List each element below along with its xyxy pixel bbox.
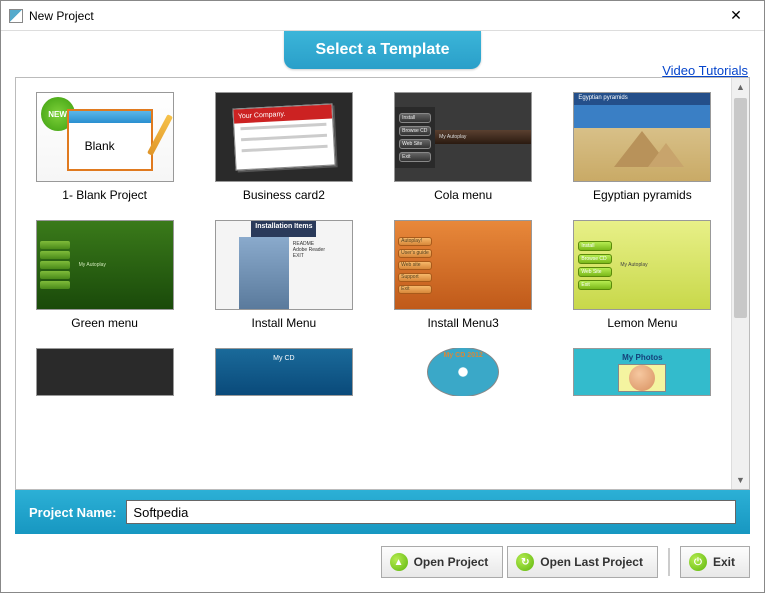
button-separator — [668, 548, 670, 576]
window-title: New Project — [29, 9, 94, 23]
template-item-lemon-menu[interactable]: Install Browse CD Web Site Exit My Autop… — [558, 220, 727, 330]
scrollbar[interactable]: ▲ ▼ — [731, 78, 749, 489]
cd-icon: My CD 2012 — [427, 348, 499, 396]
template-thumb: Install Browse CD Web Site Exit My Autop… — [573, 220, 711, 310]
titlebar-left: New Project — [9, 9, 94, 23]
template-item-cola-menu[interactable]: Install Browse CD Web Site Exit My Autop… — [379, 92, 548, 202]
template-thumb: Autoplay! User's guide Web site Support … — [394, 220, 532, 310]
header-tab-label: Select a Template — [316, 41, 450, 58]
template-item-install-menu[interactable]: Installation Items READMEAdobe ReaderEXI… — [199, 220, 368, 330]
template-thumb: My CD 2012 — [394, 348, 532, 396]
template-label: Cola menu — [434, 188, 492, 202]
template-thumb: Your Company. — [215, 92, 353, 182]
template-label: 1- Blank Project — [62, 188, 147, 202]
scroll-down-icon[interactable]: ▼ — [732, 471, 749, 489]
scroll-track[interactable] — [732, 96, 749, 471]
template-label: Install Menu3 — [427, 316, 498, 330]
button-label: Open Project — [414, 555, 489, 569]
template-label: Business card2 — [243, 188, 325, 202]
template-thumb: Installation Items READMEAdobe ReaderEXI… — [215, 220, 353, 310]
template-thumb: Egyptian pyramids — [573, 92, 711, 182]
template-label: Green menu — [71, 316, 138, 330]
template-item-partial[interactable]: My CD 2012 — [379, 348, 548, 396]
refresh-icon: ↻ — [516, 553, 534, 571]
power-icon: ⏻ — [689, 553, 707, 571]
template-item-egyptian[interactable]: Egyptian pyramids Egyptian pyramids — [558, 92, 727, 202]
header-tab: Select a Template — [284, 31, 482, 69]
template-grid: NEW Blank 1- Blank Project Your Company. — [20, 92, 727, 396]
exit-button[interactable]: ⏻ Exit — [680, 546, 750, 578]
project-name-input[interactable] — [126, 500, 736, 524]
template-item-partial[interactable]: My Photos — [558, 348, 727, 396]
template-item-partial[interactable]: My CD — [199, 348, 368, 396]
template-item-install-menu3[interactable]: Autoplay! User's guide Web site Support … — [379, 220, 548, 330]
close-icon: ✕ — [730, 7, 742, 24]
template-label: Egyptian pyramids — [593, 188, 692, 202]
action-buttons-row: ▲ Open Project ↻ Open Last Project ⏻ Exi… — [1, 534, 764, 592]
face-icon — [629, 365, 655, 391]
template-item-business-card[interactable]: Your Company. Business card2 — [199, 92, 368, 202]
titlebar: New Project ✕ — [1, 1, 764, 31]
app-icon — [9, 9, 23, 23]
close-button[interactable]: ✕ — [716, 4, 756, 28]
template-thumb: My CD — [215, 348, 353, 396]
template-gallery[interactable]: NEW Blank 1- Blank Project Your Company. — [16, 78, 731, 489]
template-label: Lemon Menu — [607, 316, 677, 330]
template-thumb: NEW Blank — [36, 92, 174, 182]
scroll-up-icon[interactable]: ▲ — [732, 78, 749, 96]
template-item-partial[interactable] — [20, 348, 189, 396]
template-thumb: My Photos — [573, 348, 711, 396]
template-thumb: Install Browse CD Web Site Exit My Autop… — [394, 92, 532, 182]
template-item-green-menu[interactable]: My Autoplay Green menu — [20, 220, 189, 330]
scroll-thumb[interactable] — [734, 98, 747, 318]
open-project-button[interactable]: ▲ Open Project — [381, 546, 504, 578]
open-last-project-button[interactable]: ↻ Open Last Project — [507, 546, 658, 578]
project-name-bar: Project Name: — [15, 490, 750, 534]
eject-icon: ▲ — [390, 553, 408, 571]
button-label: Open Last Project — [540, 555, 643, 569]
template-gallery-panel: NEW Blank 1- Blank Project Your Company. — [15, 77, 750, 490]
header-row: Select a Template Video Tutorials — [1, 31, 764, 69]
template-label: Install Menu — [252, 316, 317, 330]
button-label: Exit — [713, 555, 735, 569]
project-name-label: Project Name: — [29, 505, 116, 520]
video-tutorials-link[interactable]: Video Tutorials — [662, 63, 748, 78]
new-project-window: New Project ✕ Select a Template Video Tu… — [0, 0, 765, 593]
tutorials-link-label: Video Tutorials — [662, 63, 748, 78]
blank-window-icon: Blank — [67, 109, 153, 171]
template-item-blank[interactable]: NEW Blank 1- Blank Project — [20, 92, 189, 202]
template-thumb — [36, 348, 174, 396]
template-thumb: My Autoplay — [36, 220, 174, 310]
